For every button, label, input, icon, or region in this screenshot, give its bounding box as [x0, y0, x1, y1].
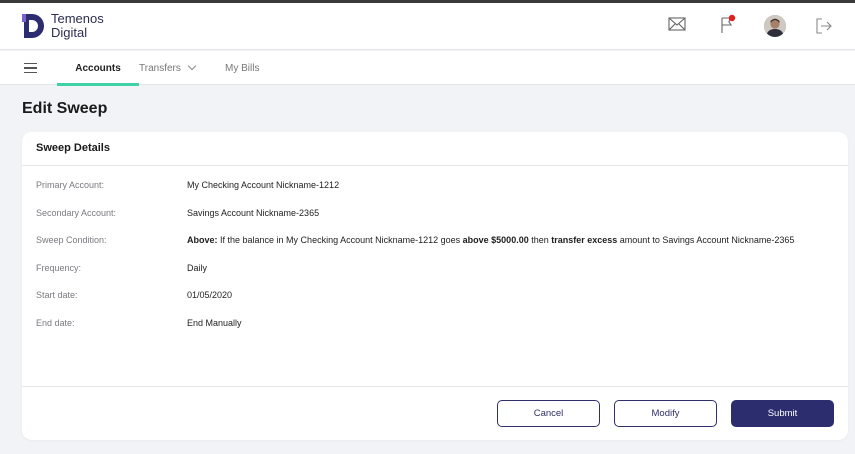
details-list: Primary Account: My Checking Account Nic… [36, 180, 794, 345]
modify-button[interactable]: Modify [614, 400, 717, 427]
tab-accounts[interactable]: Accounts [57, 63, 139, 86]
brand-logo[interactable]: Temenos Digital [22, 12, 104, 40]
detail-row-start-date: Start date: 01/05/2020 [36, 290, 794, 318]
submit-button[interactable]: Submit [731, 400, 834, 427]
condition-text: then [528, 235, 552, 245]
cancel-button[interactable]: Cancel [497, 400, 600, 427]
chevron-down-icon [187, 61, 197, 71]
condition-text: If the balance in My Checking Account Ni… [217, 235, 463, 245]
condition-threshold: above $5000.00 [462, 235, 529, 245]
app-header: Temenos Digital [0, 3, 855, 50]
brand-line-1: Temenos [51, 11, 104, 26]
detail-value: My Checking Account Nickname-1212 [187, 180, 340, 190]
avatar[interactable] [764, 15, 786, 37]
detail-row-sweep-condition: Sweep Condition: Above: If the balance i… [36, 235, 794, 263]
condition-action: transfer excess [551, 235, 618, 245]
page-title: Edit Sweep [22, 100, 108, 117]
tab-my-bills[interactable]: My Bills [225, 63, 259, 74]
detail-row-primary-account: Primary Account: My Checking Account Nic… [36, 180, 794, 208]
detail-label: Frequency: [36, 262, 82, 273]
detail-label: End date: [36, 317, 75, 328]
brand-name: Temenos Digital [51, 12, 104, 40]
detail-label: Start date: [36, 290, 78, 300]
detail-value: Savings Account Nickname-2365 [187, 207, 320, 218]
condition-text: amount to Savings Account Nickname-2365 [617, 235, 795, 245]
condition-prefix: Above: [187, 235, 218, 245]
brand-line-2: Digital [51, 25, 88, 40]
detail-row-frequency: Frequency: Daily [36, 263, 794, 291]
temenos-logo-icon [22, 14, 44, 38]
flag-icon[interactable] [719, 14, 737, 34]
logout-icon[interactable] [815, 17, 833, 35]
tab-transfers-label: Transfers [139, 63, 181, 74]
detail-label: Secondary Account: [36, 207, 117, 218]
divider [22, 386, 848, 387]
tab-transfers[interactable]: Transfers [139, 61, 197, 74]
detail-label: Primary Account: [36, 180, 105, 190]
mail-icon[interactable] [668, 17, 686, 31]
detail-row-secondary-account: Secondary Account: Savings Account Nickn… [36, 208, 794, 236]
detail-label: Sweep Condition: [36, 235, 107, 245]
hamburger-icon[interactable] [24, 63, 37, 74]
sweep-details-card: Sweep Details Primary Account: My Checki… [22, 132, 848, 440]
card-title: Sweep Details [22, 132, 848, 166]
detail-value: End Manually [187, 317, 242, 328]
detail-value: Above: If the balance in My Checking Acc… [187, 235, 794, 263]
main-nav: Accounts Transfers My Bills [0, 51, 855, 86]
detail-value: 01/05/2020 [187, 290, 233, 300]
detail-value: Daily [187, 262, 208, 273]
user-photo-icon [764, 15, 786, 37]
detail-row-end-date: End date: End Manually [36, 318, 794, 346]
